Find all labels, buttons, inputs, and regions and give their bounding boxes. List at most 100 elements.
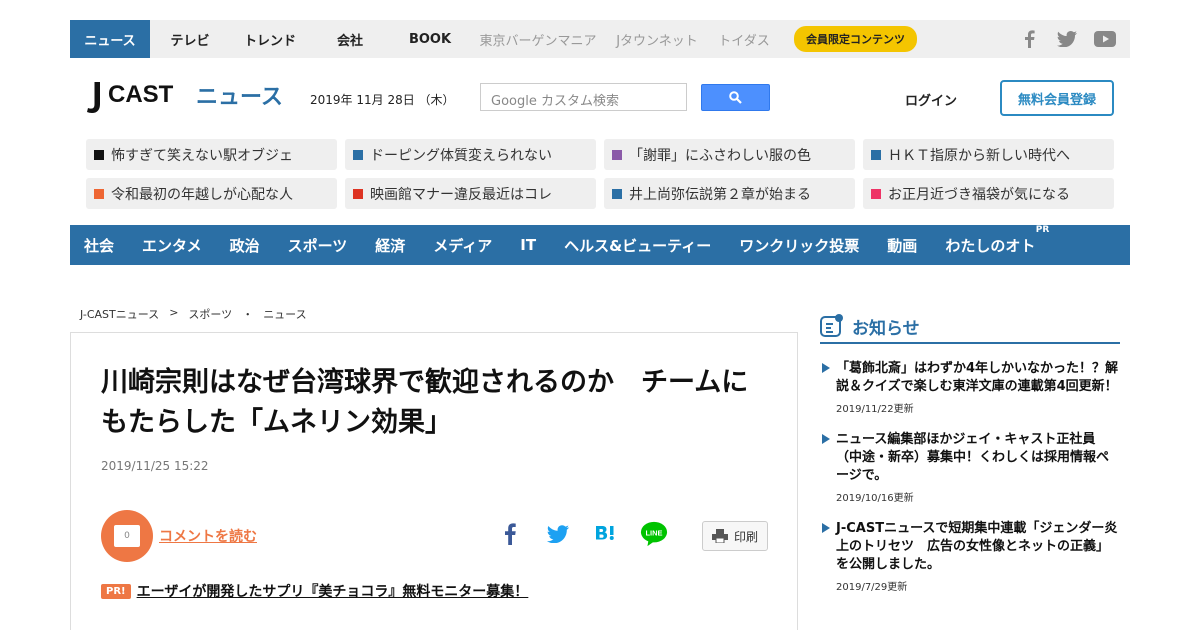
breadcrumb-news[interactable]: ニュース	[263, 306, 306, 322]
tab-tv[interactable]: テレビ	[150, 20, 230, 58]
topic-label: 令和最初の年越しが心配な人	[111, 186, 293, 203]
category-society[interactable]: 社会	[70, 235, 128, 256]
facebook-share-icon[interactable]	[496, 520, 524, 548]
category-health-beauty[interactable]: ヘルス&ビューティー	[550, 235, 725, 256]
j-cast-news-logo[interactable]: CAST ニュース	[86, 80, 286, 120]
pr-link[interactable]: エーザイが開発したサプリ『美チョコラ』無料モニター募集！	[137, 581, 529, 601]
notice-date: 2019/7/29更新	[836, 582, 908, 593]
category-watashi-no-oto[interactable]: わたしのオト PR	[931, 225, 1057, 256]
topic-label: ドーピング体質変えられない	[370, 147, 552, 164]
breadcrumb-separator: ・	[242, 308, 254, 321]
search-button[interactable]	[701, 84, 770, 111]
topic-label: お正月近づき福袋が気になる	[888, 186, 1070, 203]
topic-marker	[353, 149, 363, 160]
comment-button[interactable]: 0	[101, 510, 153, 562]
top-navigation: ニュース テレビ トレンド 会社 BOOK 東京バーゲンマニア Jタウンネット …	[70, 20, 1130, 58]
notice-text: ニュース編集部ほかジェイ・キャスト正社員（中途・新卒）募集中！くわしくは採用情報…	[836, 432, 1110, 483]
category-entertainment[interactable]: エンタメ	[128, 235, 216, 256]
tab-news[interactable]: ニュース	[70, 20, 150, 58]
tab-company[interactable]: 会社	[310, 20, 390, 58]
topic-label: 「謝罪」にふさわしい服の色	[629, 147, 811, 164]
topic-link[interactable]: お正月近づき福袋が気になる	[863, 178, 1114, 209]
notice-text: J-CASTニュースで短期集中連載「ジェンダー炎上のトリセツ 広告の女性像とネッ…	[836, 521, 1118, 572]
topic-links: 怖すぎて笑えない駅オブジェ ドーピング体質変えられない 「謝罪」にふさわしい服の…	[86, 139, 1116, 209]
topic-link[interactable]: ドーピング体質変えられない	[345, 139, 596, 170]
pr-label: PR	[1035, 224, 1050, 235]
tab-book[interactable]: BOOK	[390, 20, 470, 58]
category-video[interactable]: 動画	[873, 235, 931, 256]
hatena-bookmark-icon[interactable]	[592, 520, 620, 548]
topic-link[interactable]: 令和最初の年越しが心配な人	[86, 178, 337, 209]
sidebar-notices-heading: お知らせ	[820, 310, 1120, 344]
breadcrumb-home[interactable]: J-CASTニュース	[80, 306, 159, 322]
notice-list: 「葛飾北斎」はわずか4年しかいなかった！？解説＆クイズで楽しむ東洋文庫の連載第4…	[820, 360, 1120, 609]
notice-date: 2019/11/22更新	[836, 404, 914, 415]
search-icon	[729, 91, 742, 104]
topic-marker	[871, 149, 881, 160]
topic-marker	[94, 188, 104, 199]
free-register-button[interactable]: 無料会員登録	[1000, 80, 1114, 116]
topic-marker	[612, 188, 622, 199]
read-comments-link[interactable]: コメントを読む	[159, 526, 257, 546]
category-sports[interactable]: スポーツ	[274, 235, 362, 256]
topic-marker	[871, 188, 881, 199]
current-date: 2019年 11月 28日 （木）	[310, 93, 455, 107]
notice-text: 「葛飾北斎」はわずか4年しかいなかった！？解説＆クイズで楽しむ東洋文庫の連載第4…	[836, 361, 1119, 394]
arrow-icon	[822, 523, 830, 533]
category-media[interactable]: メディア	[419, 235, 506, 256]
topic-link[interactable]: 「謝罪」にふさわしい服の色	[604, 139, 855, 170]
member-content-badge[interactable]: 会員限定コンテンツ	[794, 26, 917, 52]
svg-text:CAST: CAST	[108, 81, 174, 108]
svg-text:ニュース: ニュース	[196, 85, 283, 110]
youtube-icon[interactable]	[1094, 28, 1116, 50]
pr-badge: PR!	[101, 583, 131, 599]
twitter-icon[interactable]	[1056, 28, 1078, 50]
login-link[interactable]: ログイン	[905, 90, 957, 109]
tab-bargain-mania[interactable]: 東京バーゲンマニア	[470, 20, 606, 58]
category-label: わたしのオト	[945, 236, 1036, 255]
printer-icon	[711, 529, 728, 543]
sidebar-title: お知らせ	[852, 318, 920, 339]
notice-date: 2019/10/16更新	[836, 493, 914, 504]
topic-label: 映画館マナー違反最近はコレ	[370, 186, 552, 203]
tab-toidasu[interactable]: トイダス	[708, 20, 780, 58]
topic-link[interactable]: ＨＫＴ指原から新しい時代へ	[863, 139, 1114, 170]
notice-icon	[820, 314, 843, 337]
topic-link[interactable]: 井上尚弥伝説第２章が始まる	[604, 178, 855, 209]
category-navigation: 社会 エンタメ 政治 スポーツ 経済 メディア IT ヘルス&ビューティー ワン…	[70, 225, 1130, 265]
print-button[interactable]: 印刷	[702, 521, 768, 551]
search-input[interactable]: Google カスタム検索	[480, 83, 687, 111]
svg-text:LINE: LINE	[646, 528, 663, 537]
share-buttons: LINE	[496, 520, 668, 548]
breadcrumb: J-CASTニュース > スポーツ ・ ニュース	[80, 306, 307, 322]
breadcrumb-sports[interactable]: スポーツ	[188, 306, 232, 322]
category-it[interactable]: IT	[506, 236, 550, 254]
breadcrumb-separator: >	[169, 306, 179, 319]
topic-label: 井上尚弥伝説第２章が始まる	[629, 186, 811, 203]
topic-label: ＨＫＴ指原から新しい時代へ	[888, 147, 1070, 164]
topic-marker	[353, 188, 363, 199]
topic-link[interactable]: 映画館マナー違反最近はコレ	[345, 178, 596, 209]
topic-link[interactable]: 怖すぎて笑えない駅オブジェ	[86, 139, 337, 170]
twitter-share-icon[interactable]	[544, 520, 572, 548]
line-share-icon[interactable]: LINE	[640, 520, 668, 548]
category-politics[interactable]: 政治	[216, 235, 274, 256]
topic-marker	[612, 149, 622, 160]
tab-trend[interactable]: トレンド	[230, 20, 310, 58]
article-date: 2019/11/25 15:22	[101, 459, 209, 473]
tab-j-town-net[interactable]: Jタウンネット	[606, 20, 708, 58]
topic-marker	[94, 149, 104, 160]
category-one-click-vote[interactable]: ワンクリック投票	[725, 235, 873, 256]
arrow-icon	[822, 434, 830, 444]
facebook-icon[interactable]	[1018, 28, 1040, 50]
comment-count: 0	[114, 525, 140, 547]
notice-item[interactable]: ニュース編集部ほかジェイ・キャスト正社員（中途・新卒）募集中！くわしくは採用情報…	[820, 431, 1120, 504]
notice-item[interactable]: J-CASTニュースで短期集中連載「ジェンダー炎上のトリセツ 広告の女性像とネッ…	[820, 520, 1120, 593]
article-headline: 川崎宗則はなぜ台湾球界で歓迎されるのか チームにもたらした「ムネリン効果」	[101, 367, 749, 438]
topic-label: 怖すぎて笑えない駅オブジェ	[111, 147, 293, 164]
category-economy[interactable]: 経済	[361, 235, 419, 256]
notice-item[interactable]: 「葛飾北斎」はわずか4年しかいなかった！？解説＆クイズで楽しむ東洋文庫の連載第4…	[820, 360, 1120, 415]
article-card: 川崎宗則はなぜ台湾球界で歓迎されるのか チームにもたらした「ムネリン効果」 20…	[70, 332, 798, 630]
arrow-icon	[822, 363, 830, 373]
social-links	[1018, 20, 1116, 58]
